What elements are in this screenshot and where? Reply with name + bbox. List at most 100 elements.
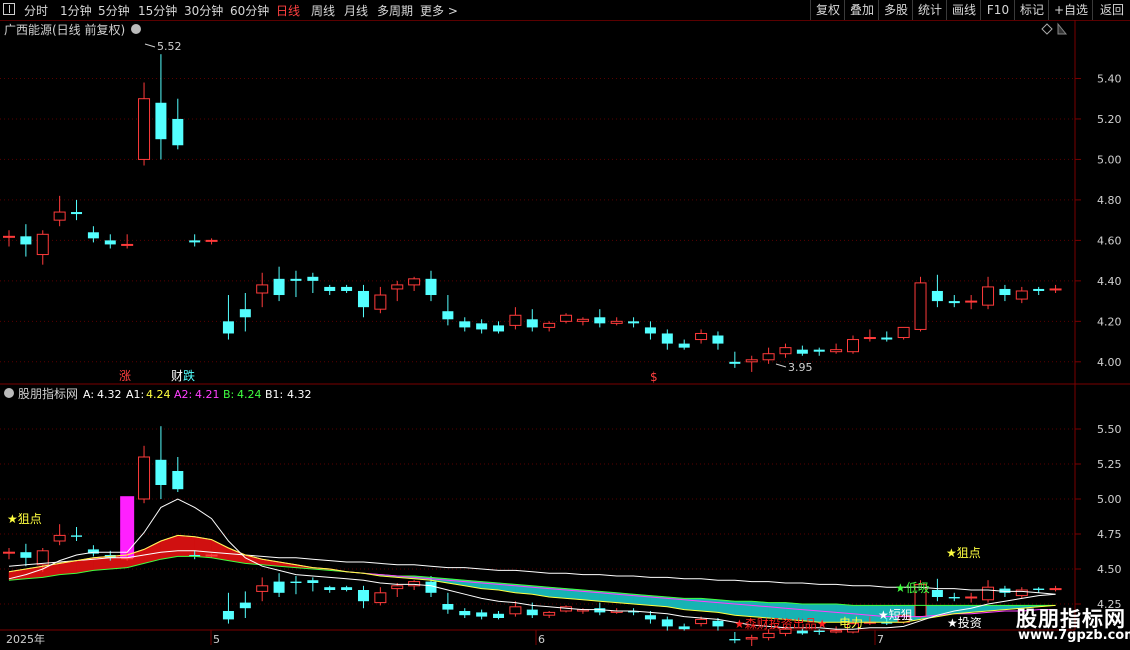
main-candle-down xyxy=(476,323,488,330)
indicator-candle-down xyxy=(71,535,83,537)
main-candle-up xyxy=(374,294,387,310)
main-candle-up xyxy=(3,235,15,238)
indicator-y-tick: 5.00 xyxy=(1097,493,1122,506)
toolbar-button-2[interactable]: 多股 xyxy=(878,0,913,20)
indicator-fill-band xyxy=(177,535,195,557)
period-tab-2[interactable]: 5分钟 xyxy=(98,2,130,19)
signal-invest: ★投资 xyxy=(947,615,982,630)
indicator-candle-up xyxy=(374,592,387,604)
toolbar-button-3[interactable]: 统计 xyxy=(912,0,947,20)
indicator-a1-label: A1: xyxy=(126,388,144,401)
indicator-candle-down xyxy=(222,611,234,620)
main-candle-down xyxy=(594,317,606,324)
event-mark-die[interactable]: 跌 xyxy=(183,368,195,383)
main-candle-up xyxy=(779,347,792,355)
main-candle-down xyxy=(1033,288,1045,291)
main-candle-up xyxy=(408,278,421,286)
main-candle-down xyxy=(813,349,825,352)
watermark-url: www.7gpzb.com xyxy=(1018,628,1130,643)
indicator-candle-down xyxy=(526,609,538,616)
main-candle-down xyxy=(239,309,251,318)
indicator-candle-up xyxy=(695,618,708,625)
main-candle-down xyxy=(442,311,454,320)
indicator-fill-band xyxy=(700,598,719,613)
main-y-tick: 4.80 xyxy=(1097,194,1122,207)
main-candle-down xyxy=(341,286,353,291)
main-candle-down xyxy=(172,118,184,146)
main-candle-down xyxy=(712,335,724,344)
indicator-a2-value: 4.21 xyxy=(195,388,220,401)
toolbar-button-5[interactable]: F10 xyxy=(980,0,1015,20)
indicator-fill-band xyxy=(751,600,769,619)
period-tab-9[interactable]: 多周期 xyxy=(377,2,413,19)
event-mark-dollar[interactable]: $ xyxy=(650,370,658,384)
main-candle-down xyxy=(104,240,116,245)
main-candle-down xyxy=(678,343,690,348)
indicator-fill-band xyxy=(160,535,179,560)
signal-snipe-left: ★狙点 xyxy=(7,512,42,526)
main-candle-up xyxy=(576,318,589,322)
period-tab-3[interactable]: 15分钟 xyxy=(138,2,177,19)
toolbar-button-7[interactable]: +自选 xyxy=(1048,0,1093,20)
period-tab-7[interactable]: 周线 xyxy=(311,2,335,19)
main-candle-up xyxy=(847,339,859,353)
main-candle-down xyxy=(729,361,741,364)
diamond-icon[interactable] xyxy=(1041,23,1053,35)
period-tab-6[interactable]: 日线 xyxy=(276,2,300,19)
period-tab-8[interactable]: 月线 xyxy=(344,2,368,19)
main-candle-down xyxy=(87,232,99,239)
indicator-candle-up xyxy=(745,637,758,640)
main-candle-up xyxy=(863,337,876,340)
period-tab-10[interactable]: 更多 > xyxy=(420,2,458,19)
main-candle-down xyxy=(459,321,471,328)
period-tab-1[interactable]: 1分钟 xyxy=(60,2,92,19)
indicator-fill-band xyxy=(211,539,229,561)
panel-toggle-icon[interactable] xyxy=(3,3,15,15)
main-candle-down xyxy=(644,327,656,334)
toolbar-button-0[interactable]: 复权 xyxy=(810,0,845,20)
main-candle-down xyxy=(881,337,893,340)
signal-buy-low: ★低吸 xyxy=(895,581,930,595)
low-label: 3.95 xyxy=(788,361,813,374)
signal-snipe-right: ★狙点 xyxy=(946,546,981,560)
indicator-candle-up xyxy=(391,585,404,590)
indicator-title: 股朋指标网 xyxy=(18,386,78,401)
event-mark-zhang[interactable]: 涨 xyxy=(119,368,131,383)
indicator-candle-up xyxy=(138,456,151,500)
main-candle-up xyxy=(36,233,49,256)
toolbar-button-8[interactable]: 返回 xyxy=(1092,0,1130,20)
main-candle-down xyxy=(357,290,369,308)
main-candle-up xyxy=(1049,288,1062,291)
indicator-candle-down xyxy=(459,611,471,616)
toolbar-button-1[interactable]: 叠加 xyxy=(844,0,879,20)
low-arrow-icon xyxy=(775,363,787,368)
event-mark-cai[interactable]: 财 xyxy=(171,369,183,383)
main-candle-up xyxy=(610,320,623,324)
main-candle-down xyxy=(222,321,234,334)
time-label-may: 5 xyxy=(213,633,220,646)
indicator-candle-down xyxy=(20,552,32,558)
main-y-tick: 4.60 xyxy=(1097,234,1122,247)
indicator-toggle-icon[interactable] xyxy=(4,388,14,398)
indicator-candle-up xyxy=(1015,589,1028,597)
main-title: 广西能源(日线 前复权) xyxy=(4,22,125,37)
indicator-candle-down xyxy=(712,620,724,627)
main-candle-up xyxy=(509,314,522,326)
indicator-candle-down xyxy=(290,581,302,583)
main-candle-up xyxy=(1015,290,1028,300)
period-tab-5[interactable]: 60分钟 xyxy=(230,2,269,19)
indicator-candle-down xyxy=(493,613,505,618)
period-tab-0[interactable]: 分时 xyxy=(24,2,48,19)
dropdown-chevron-icon[interactable] xyxy=(131,24,141,34)
time-label-jul: 7 xyxy=(877,633,884,646)
toolbar-button-6[interactable]: 标记 xyxy=(1014,0,1049,20)
indicator-candle-down xyxy=(931,590,943,597)
toolbar-button-4[interactable]: 画线 xyxy=(946,0,981,20)
indicator-a-label: A: xyxy=(83,388,94,401)
period-tab-4[interactable]: 30分钟 xyxy=(184,2,223,19)
indicator-candle-down xyxy=(948,597,960,599)
indicator-candle-down xyxy=(172,471,184,490)
indicator-candle-down xyxy=(678,626,690,630)
triangle-icon[interactable] xyxy=(1057,22,1068,35)
time-label-jun: 6 xyxy=(538,633,545,646)
